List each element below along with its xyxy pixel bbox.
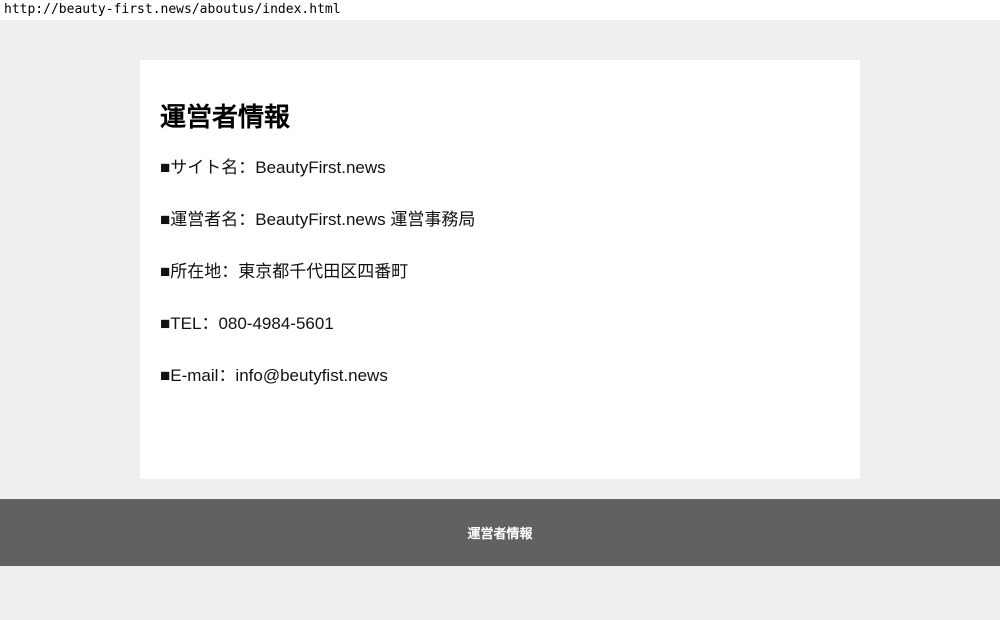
info-operator-name: ■運営者名：BeautyFirst.news 運営事務局 bbox=[160, 210, 476, 229]
footer: 運営者情報 bbox=[0, 499, 1000, 566]
operator-info-list: ■サイト名：BeautyFirst.news ■運営者名：BeautyFirst… bbox=[160, 156, 840, 388]
info-email: ■E-mail：info@beutyfist.news bbox=[160, 366, 388, 385]
content-card: 運営者情報 ■サイト名：BeautyFirst.news ■運営者名：Beaut… bbox=[140, 60, 860, 479]
url-text: http://beauty-first.news/aboutus/index.h… bbox=[4, 2, 341, 17]
page-title: 運営者情報 bbox=[160, 103, 291, 133]
info-tel: ■TEL：080-4984-5601 bbox=[160, 314, 334, 333]
footer-link-about[interactable]: 運営者情報 bbox=[467, 523, 532, 542]
info-site-name: ■サイト名：BeautyFirst.news bbox=[160, 158, 386, 177]
info-address: ■所在地：東京都千代田区四番町 bbox=[160, 262, 409, 281]
url-bar[interactable]: http://beauty-first.news/aboutus/index.h… bbox=[0, 0, 1000, 20]
